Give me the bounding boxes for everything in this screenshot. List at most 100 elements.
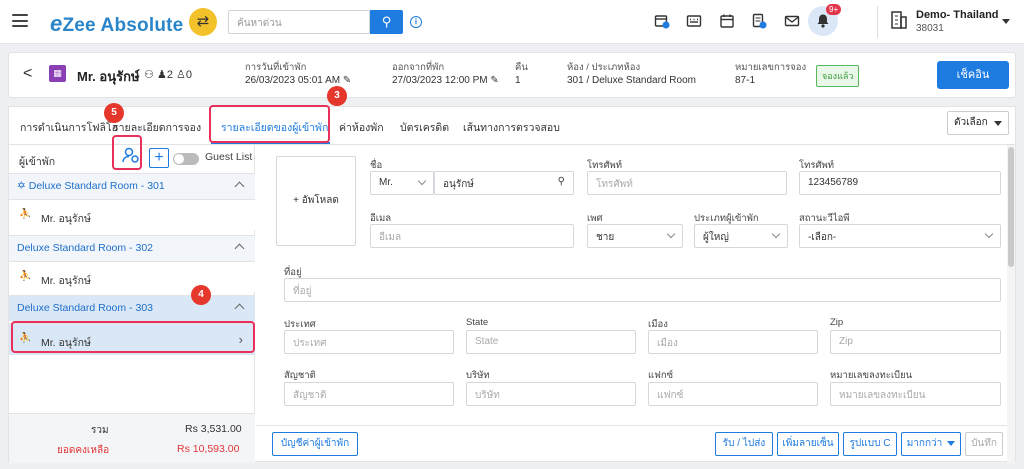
guest-panel: ผู้เข้าพัก + Guest List ✡ Deluxe Standar… [9, 145, 255, 463]
chevron-down-icon [984, 229, 994, 239]
email-input[interactable]: อีเมล [370, 224, 574, 248]
chevron-up-icon[interactable] [234, 243, 245, 254]
chevron-down-icon [417, 176, 427, 186]
tab-credit-card[interactable]: บัตรเครดิต [400, 119, 449, 136]
fax-label: แฟกซ์ [648, 370, 674, 381]
search-input[interactable]: ค้นหาด่วน [228, 10, 370, 34]
keyboard-icon[interactable] [686, 13, 702, 29]
nationality-input[interactable]: สัญชาติ [284, 382, 454, 406]
title-select[interactable]: Mr. [370, 171, 434, 195]
chevron-down-icon [947, 440, 956, 446]
highlight-guest-row [11, 321, 255, 353]
guest-list-toggle[interactable] [173, 153, 199, 165]
edit-icon[interactable]: ✎ [343, 75, 351, 86]
tab-room-charges[interactable]: ค่าห้องพัก [339, 119, 384, 136]
zip-label: Zip [830, 317, 844, 328]
chevron-up-icon[interactable] [234, 303, 245, 314]
country-input[interactable]: ประเทศ [284, 330, 454, 354]
app-logo[interactable]: eZee Absolute [50, 11, 183, 37]
nights-label: คืน [515, 62, 528, 73]
arrival-label: การวันที่เข้าพัก [245, 62, 307, 73]
company-label: บริษัท [466, 370, 490, 381]
star-icon: ✡ [17, 180, 26, 192]
chevron-down-icon[interactable] [1002, 19, 1010, 24]
top-bar: eZee Absolute ⇄ ค้นหาด่วน ⚲ i 9+ Demo- T… [0, 0, 1024, 44]
document-icon[interactable] [751, 13, 767, 29]
highlight-add-guest-icon [112, 135, 142, 170]
guest-details-form: + อัพโหลด ชื่อ Mr. อนุรักษ์ ⚲ โทรศัพท์ โท… [256, 145, 1006, 425]
tab-audit-trail[interactable]: เส้นทางการตรวจสอบ [463, 119, 560, 136]
room-name: ✡ Deluxe Standard Room - 301 [17, 180, 165, 192]
vip-select[interactable]: -เลือก- [799, 224, 1001, 248]
add-icon[interactable]: + [149, 148, 169, 168]
fax-input[interactable]: แฟกซ์ [648, 382, 818, 406]
guest-row[interactable]: ⛹ Mr. อนุรักษ์ [9, 199, 255, 230]
calendar-plus-icon[interactable] [654, 13, 670, 29]
reservation-label: หมายเลขการจอง [735, 62, 807, 73]
room-group-301[interactable]: ✡ Deluxe Standard Room - 301 [9, 173, 255, 199]
property-id: 38031 [916, 23, 944, 34]
room-grid-icon: ▦ [49, 65, 66, 82]
registration-input[interactable]: หมายเลขลงทะเบียน [830, 382, 1001, 406]
back-arrow-icon[interactable]: < [23, 65, 32, 83]
gender-select[interactable]: ชาย [587, 224, 683, 248]
registration-label: หมายเลขลงทะเบียน [830, 370, 913, 381]
menu-icon[interactable] [12, 14, 28, 27]
save-button: บันทึก [965, 432, 1003, 456]
edit-icon[interactable]: ✎ [490, 75, 498, 86]
room-group-303[interactable]: Deluxe Standard Room - 303 [9, 295, 255, 321]
company-input[interactable]: บริษัท [466, 382, 636, 406]
departure-value: 27/03/2023 12:00 PM ✎ [392, 75, 499, 86]
format-button[interactable]: รูปแบบ C [843, 432, 897, 456]
guest-account-button[interactable]: บัญชีค่าผู้เข้าพัก [272, 432, 358, 456]
mobile-input[interactable]: 123456789 [799, 171, 1001, 195]
info-icon[interactable]: i [410, 16, 422, 28]
address-input[interactable]: ที่อยู่ [284, 278, 1001, 302]
first-name-input[interactable]: อนุรักษ์ ⚲ [434, 171, 574, 195]
guest-list-label: Guest List [205, 151, 253, 163]
phone-input[interactable]: โทรศัพท์ [587, 171, 787, 195]
zip-input[interactable]: Zip [830, 330, 1001, 354]
form-footer: บัญชีค่าผู้เข้าพัก รับ / ไปส่ง เพิ่มลายเ… [256, 425, 1007, 463]
pickup-drop-button[interactable]: รับ / ไปส่ง [715, 432, 773, 456]
building-icon [890, 10, 908, 33]
notification-badge: 9+ [826, 4, 842, 15]
calendar-icon[interactable] [719, 13, 735, 29]
check-in-button[interactable]: เช็คอิน [937, 61, 1009, 89]
add-signature-button[interactable]: เพิ่มลายเซ็น [777, 432, 839, 456]
state-input[interactable]: State [466, 330, 636, 354]
balance-value: Rs 10,593.00 [177, 443, 240, 455]
search-button[interactable]: ⚲ [370, 10, 403, 34]
occupancy: ⚇ ♟2 ♙0 [144, 68, 192, 81]
guest-type-select[interactable]: ผู้ใหญ่ [694, 224, 788, 248]
room-name: Deluxe Standard Room - 302 [17, 242, 153, 254]
room-group-302[interactable]: Deluxe Standard Room - 302 [9, 235, 255, 261]
shuffle-icon[interactable]: ⇄ [189, 8, 217, 36]
property-name[interactable]: Demo- Thailand [916, 9, 999, 21]
total-label: รวม [91, 425, 109, 436]
mail-icon[interactable] [784, 13, 800, 29]
more-dropdown[interactable]: มากกว่า [901, 432, 961, 456]
total-value: Rs 3,531.00 [185, 423, 242, 435]
room-label: ห้อง / ประเภทห้อง [567, 62, 641, 73]
tab-bar: การดำเนินการโฟลิโอ รายละเอียดการจอง รายล… [9, 107, 1015, 145]
step-marker-3: 3 [327, 86, 347, 106]
adult-icon: ♟ [156, 69, 167, 81]
guest-name: Mr. อนุรักษ์ [77, 69, 140, 84]
chevron-up-icon[interactable] [234, 181, 245, 192]
departure-label: ออกจากที่พัก [392, 62, 445, 73]
main-panel: การดำเนินการโฟลิโอ รายละเอียดการจอง รายล… [8, 106, 1016, 463]
chevron-down-icon [666, 229, 676, 239]
tab-booking-details[interactable]: รายละเอียดการจอง [113, 119, 201, 136]
options-dropdown[interactable]: ตัวเลือก [947, 111, 1009, 135]
upload-photo-button[interactable]: + อัพโหลด [276, 156, 356, 246]
search-icon[interactable]: ⚲ [558, 176, 565, 187]
guest-panel-title: ผู้เข้าพัก [19, 156, 56, 168]
chevron-down-icon [771, 229, 781, 239]
city-input[interactable]: เมือง [648, 330, 818, 354]
tab-folio-operations[interactable]: การดำเนินการโฟลิโอ [20, 119, 118, 136]
guest-row[interactable]: ⛹ Mr. อนุรักษ์ [9, 261, 255, 292]
divider [877, 6, 878, 38]
state-label: State [466, 317, 489, 328]
scrollbar[interactable] [1007, 145, 1015, 463]
